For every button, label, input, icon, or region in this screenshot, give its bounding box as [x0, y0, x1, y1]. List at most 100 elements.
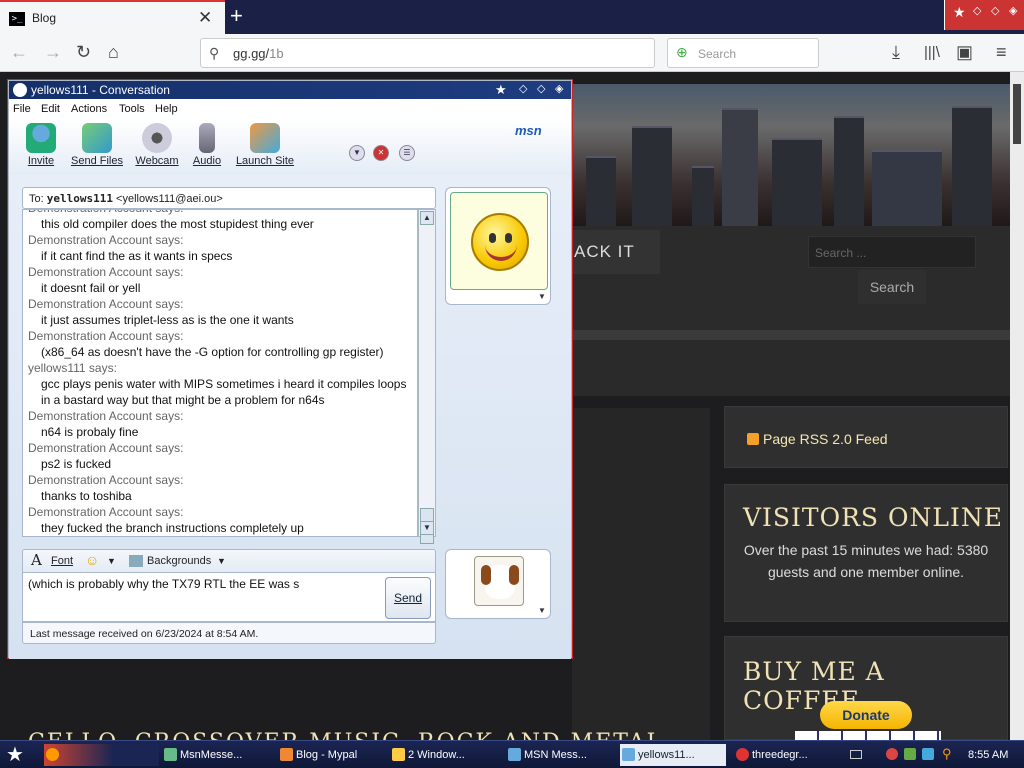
search-icon[interactable]: ⚲	[942, 746, 952, 762]
taskbar-item[interactable]: MsnMesse...	[162, 744, 274, 766]
system-tray: ⚲ 8:55 AM	[846, 744, 1022, 766]
taskbar-item[interactable]	[44, 744, 159, 766]
maximize-icon[interactable]: ◇	[537, 82, 545, 95]
visitors-title: VISITORS ONLINE	[743, 503, 1003, 532]
browser-icon	[46, 748, 59, 761]
tray-app-icon[interactable]	[904, 748, 916, 760]
downloads-icon[interactable]: ⤓	[892, 42, 900, 63]
taskbar-item-active[interactable]: yellows11...	[620, 744, 726, 766]
browser-tab-bar: >_ Blog ✕ + ★ ◇ ◇ ◈	[0, 0, 1024, 34]
message-sender: Demonstration Account says:	[28, 297, 184, 311]
url-bar[interactable]: ⚲ gg.gg/1b	[200, 38, 655, 68]
minimize-icon[interactable]: ◇	[973, 4, 981, 17]
close-window-icon[interactable]: ◈	[1009, 4, 1017, 17]
close-tab-icon[interactable]: ✕	[198, 8, 212, 28]
tray-app-icon[interactable]	[922, 748, 934, 760]
msn-icon	[508, 748, 521, 761]
message-input[interactable]: (which is probably why the TX79 RTL the …	[22, 572, 436, 622]
close-window-icon[interactable]: ◈	[555, 82, 563, 95]
chat-message: Demonstration Account says: (x86_64 as do…	[23, 328, 417, 360]
dog-ear	[481, 565, 491, 585]
message-sender: Demonstration Account says:	[28, 329, 184, 343]
rss-link[interactable]: Page RSS 2.0 Feed	[747, 431, 888, 447]
building	[722, 108, 758, 226]
message-text: n64 is probaly fine	[41, 425, 139, 439]
chevron-down-icon[interactable]: ▼	[107, 556, 116, 566]
rss-icon	[747, 433, 759, 445]
site-search-input[interactable]: Search ...	[808, 236, 976, 268]
msn-title-bar[interactable]: yellows111 - Conversation ★ ◇ ◇ ◈	[9, 81, 571, 99]
tab-blog[interactable]: >_ Blog ✕	[0, 0, 225, 34]
visitors-body: Over the past 15 minutes we had: 5380 gu…	[743, 542, 989, 580]
chevron-down-icon[interactable]: ▼	[217, 556, 226, 566]
contact-display-picture[interactable]: ▼	[445, 187, 551, 305]
back-icon[interactable]: ←	[10, 42, 28, 63]
chat-message: Demonstration Account says:this old comp…	[23, 210, 417, 232]
invite-button[interactable]: Invite	[11, 123, 71, 167]
url-text: gg.gg/1b	[233, 46, 284, 61]
search-bar[interactable]: ⊕ Search	[667, 38, 819, 68]
folder-icon	[392, 748, 405, 761]
new-tab-button[interactable]: +	[230, 3, 243, 29]
chevron-down-icon[interactable]: ▼	[538, 292, 546, 301]
msn-logo: msn	[515, 123, 542, 138]
chat-scrollbar[interactable]: ▲ ▼	[418, 209, 436, 544]
page-scrollbar[interactable]	[1010, 72, 1024, 740]
backgrounds-button[interactable]: Backgrounds	[147, 555, 211, 567]
send-files-icon	[82, 123, 112, 153]
menu-tools[interactable]: Tools	[119, 103, 145, 115]
terminal-favicon-icon: >_	[9, 12, 25, 26]
city-banner-image	[572, 84, 1010, 226]
menu-actions[interactable]: Actions	[71, 103, 107, 115]
chat-message: Demonstration Account says: they fucked t…	[23, 504, 417, 536]
menu-help[interactable]: Help	[155, 103, 178, 115]
site-search-button[interactable]: Search	[858, 270, 926, 304]
smiley-icon	[471, 213, 529, 271]
message-text: if it cant find the as it wants in specs	[41, 249, 233, 263]
scrollbar-thumb[interactable]	[1013, 84, 1021, 144]
font-button[interactable]: Font	[51, 555, 73, 567]
home-icon[interactable]: ⌂	[108, 42, 119, 63]
block-icon[interactable]: ✕	[373, 145, 389, 161]
taskbar-item[interactable]: Blog - Mypal	[278, 744, 386, 766]
last-message-status: Last message received on 6/23/2024 at 8:…	[22, 622, 436, 644]
menu-edit[interactable]: Edit	[41, 103, 60, 115]
send-files-button[interactable]: Send Files	[67, 123, 127, 167]
app-icon	[736, 748, 749, 761]
menu-file[interactable]: File	[13, 103, 31, 115]
donate-button[interactable]: Donate	[820, 701, 912, 729]
reload-icon[interactable]: ↻	[76, 42, 91, 63]
scroll-up-icon[interactable]: ▲	[420, 211, 434, 225]
taskbar-item-label: MSN Mess...	[524, 749, 587, 761]
menu-icon[interactable]: ≡	[996, 42, 1007, 63]
chat-history[interactable]: Demonstration Account says: this old comp…	[22, 209, 418, 537]
scroll-down-icon[interactable]: ▼	[420, 521, 434, 535]
maximize-icon[interactable]: ◇	[991, 4, 999, 17]
list-icon[interactable]: ☰	[399, 145, 415, 161]
sidebar-icon[interactable]: ▣	[956, 42, 973, 63]
taskbar-item[interactable]: 2 Window...	[390, 744, 498, 766]
window-controls: ★ ◇ ◇ ◈	[944, 0, 1024, 30]
start-button[interactable]: ★	[6, 744, 30, 766]
library-icon[interactable]: |||\	[924, 44, 940, 61]
launch-site-button[interactable]: Launch Site	[233, 123, 297, 167]
forward-icon[interactable]: →	[44, 42, 62, 63]
taskbar-item[interactable]: threedegr...	[734, 744, 842, 766]
chevron-down-icon[interactable]: ▼	[349, 145, 365, 161]
tray-app-icon[interactable]	[886, 748, 898, 760]
site-nav-item[interactable]: ACK IT	[572, 230, 660, 274]
minimize-icon[interactable]: ◇	[519, 82, 527, 95]
send-button[interactable]: Send	[385, 577, 431, 619]
dog-image	[474, 556, 524, 606]
audio-button[interactable]: Audio	[177, 123, 237, 167]
divider	[572, 330, 1010, 340]
own-display-picture[interactable]: ▼	[445, 549, 551, 619]
audio-icon	[199, 123, 215, 153]
emoticon-icon[interactable]: ☺	[85, 552, 99, 568]
keyboard-icon[interactable]	[850, 750, 862, 759]
message-text: this old compiler does the most stupides…	[41, 217, 314, 231]
taskbar-item[interactable]: MSN Mess...	[506, 744, 614, 766]
chevron-down-icon[interactable]: ▼	[538, 606, 546, 615]
browser-icon	[280, 748, 293, 761]
font-icon[interactable]: A	[31, 551, 42, 569]
